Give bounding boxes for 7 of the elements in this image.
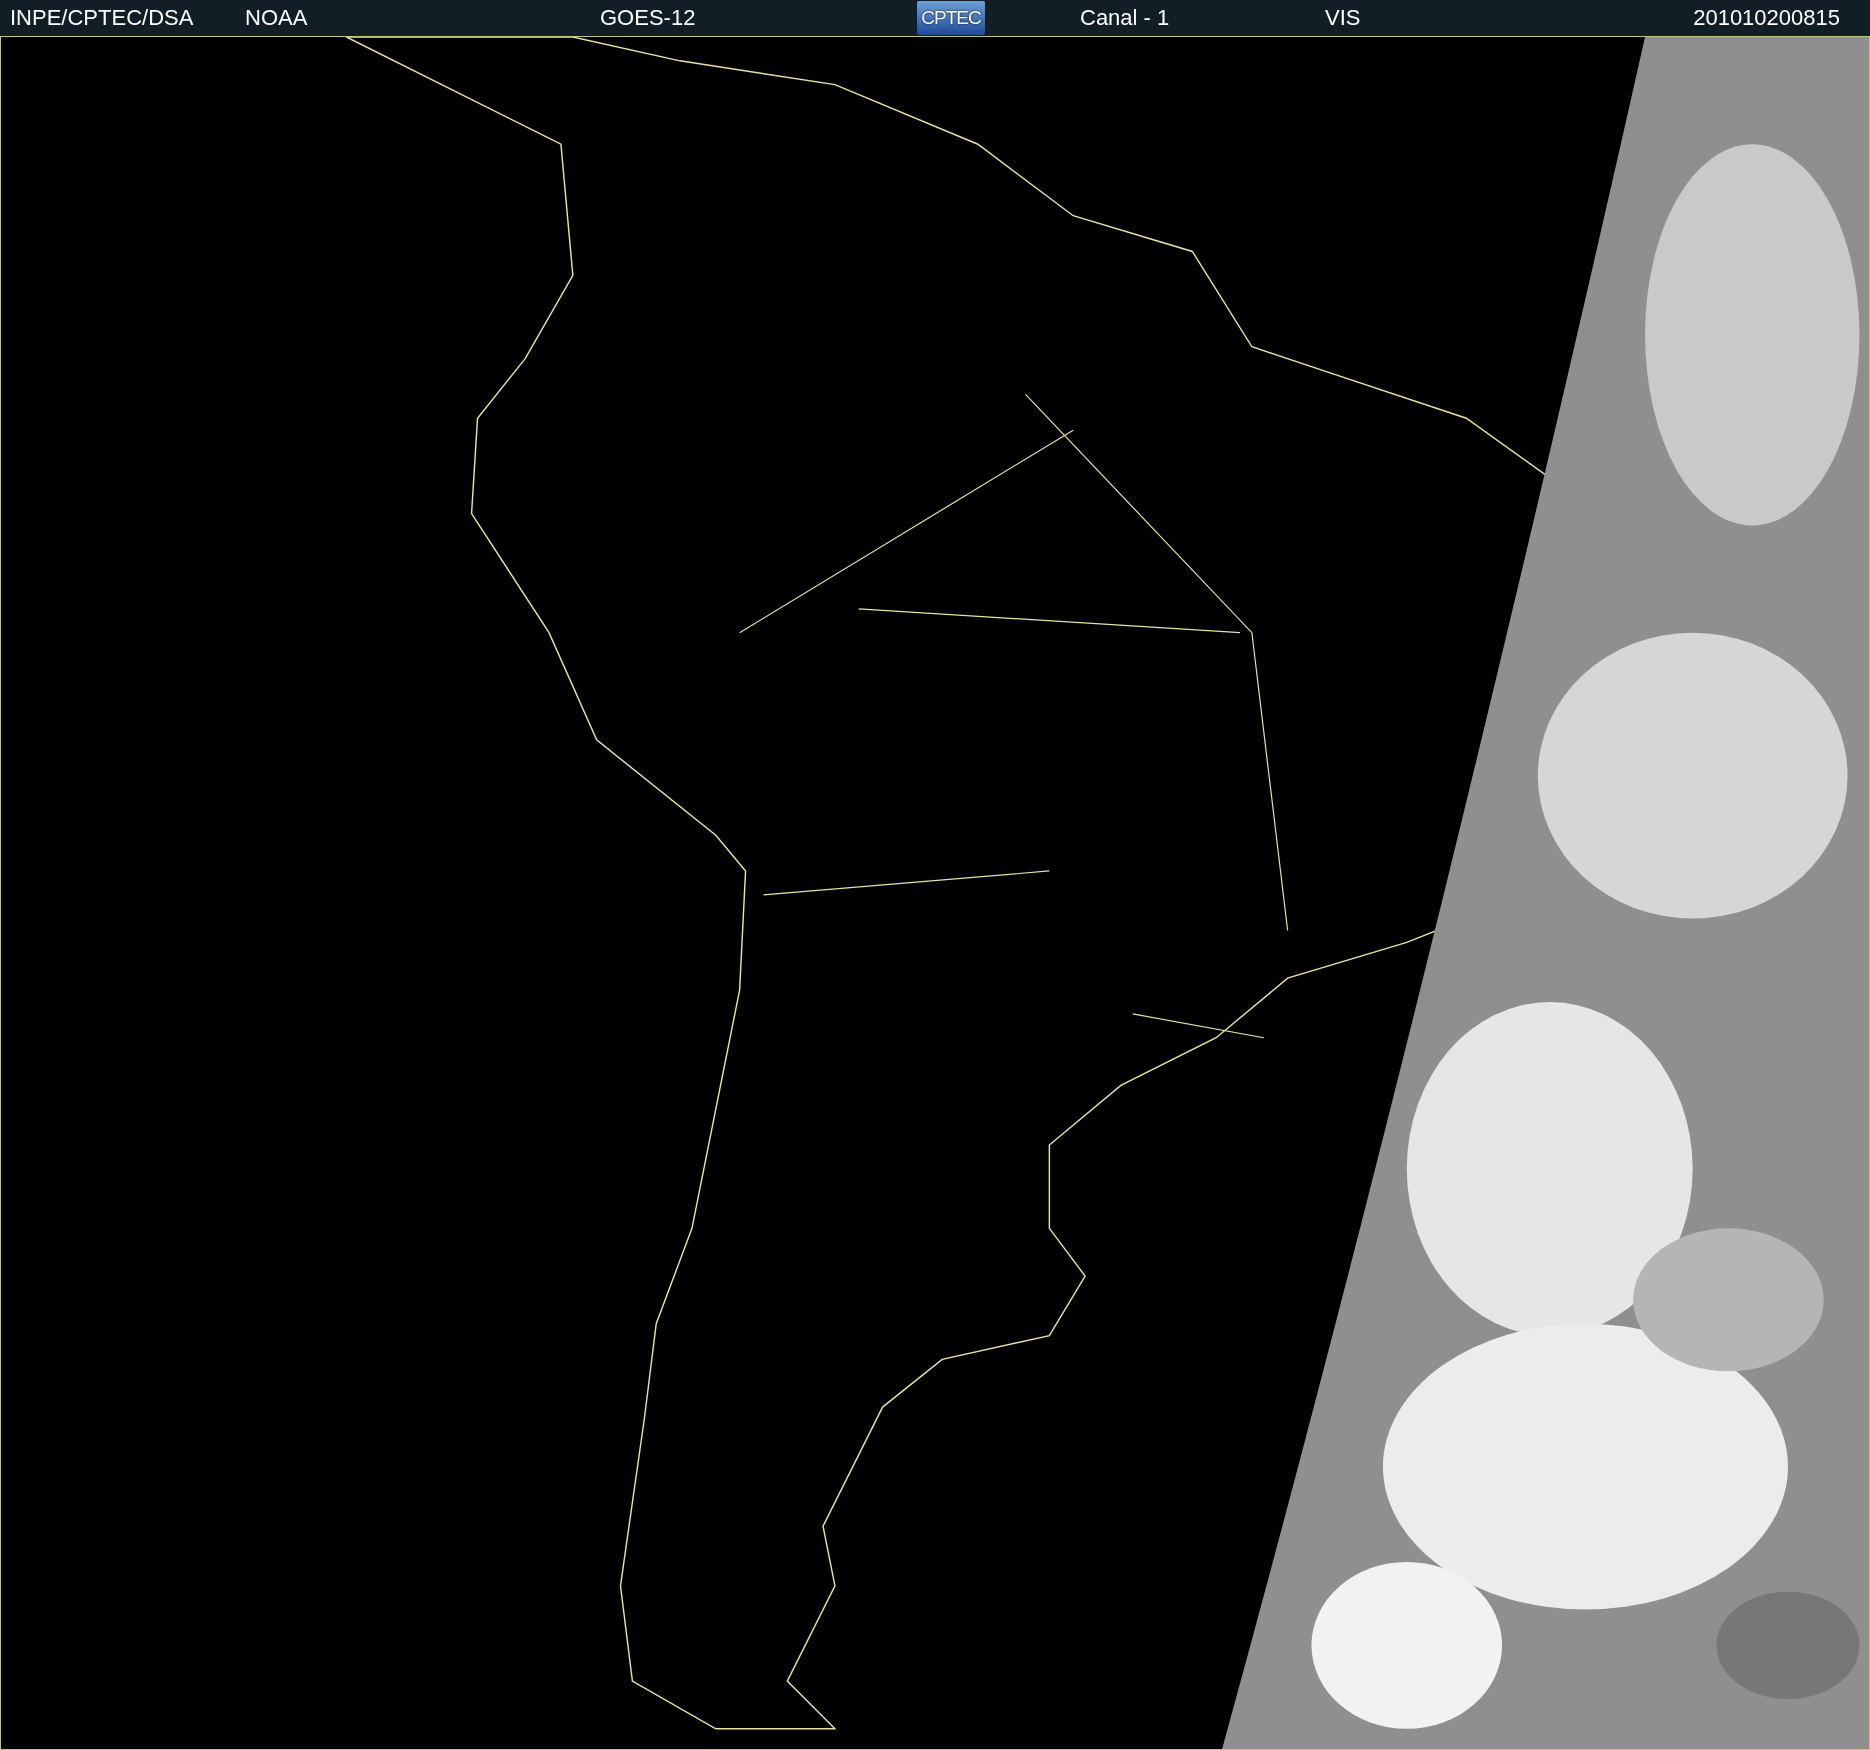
header-label: INPE/CPTEC/DSA (10, 5, 194, 31)
header-label: GOES-12 (600, 5, 696, 31)
header-label: NOAA (245, 5, 308, 31)
header-label: Canal - 1 (1080, 5, 1170, 31)
header-label: VIS (1325, 5, 1361, 31)
header-label: 201010200815 (1693, 5, 1840, 31)
logo: CPTEC (917, 1, 985, 35)
